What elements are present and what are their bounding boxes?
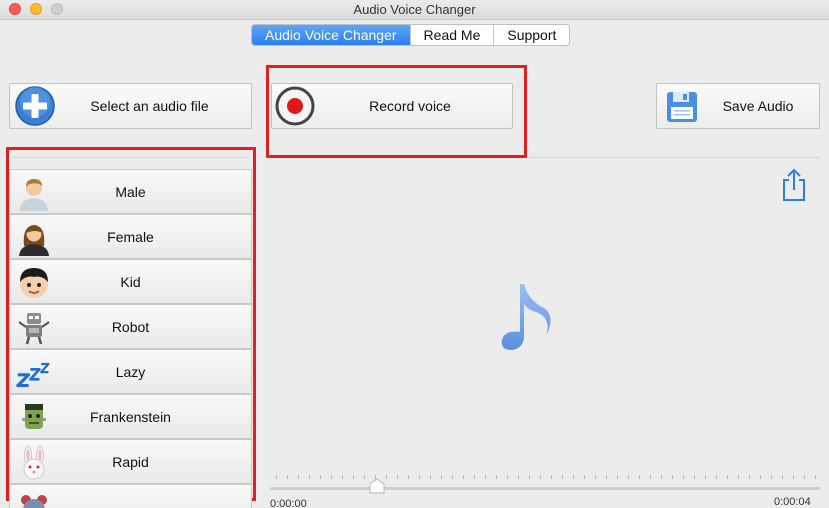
voice-label: Male	[115, 183, 146, 200]
voice-item-rapid[interactable]: Rapid	[9, 439, 252, 484]
floppy-disk-icon	[667, 92, 697, 122]
voice-item-lazy[interactable]: Lazy	[9, 349, 252, 394]
list-top-divider	[12, 157, 250, 158]
save-audio-button[interactable]: Save Audio	[656, 83, 820, 129]
content-top-divider	[527, 157, 820, 158]
title-bar: Audio Voice Changer	[0, 0, 829, 20]
tab-audio-voice-changer[interactable]: Audio Voice Changer	[252, 25, 410, 45]
voice-item-frankenstein[interactable]: Frankenstein	[9, 394, 252, 439]
voice-label: Frankenstein	[90, 408, 171, 425]
voice-label: Kid	[120, 273, 141, 290]
select-audio-file-button[interactable]: Select an audio file	[9, 83, 252, 129]
voice-item-male[interactable]: Male	[9, 169, 252, 214]
playback-slider-track[interactable]	[270, 487, 820, 490]
voice-item-female[interactable]: Female	[9, 214, 252, 259]
music-note-icon	[501, 284, 551, 350]
share-icon[interactable]	[781, 168, 807, 202]
tab-read-me[interactable]: Read Me	[409, 25, 494, 45]
current-time: 0:00:00	[270, 498, 307, 508]
add-plus-icon	[15, 86, 55, 126]
voice-label: Lazy	[115, 363, 146, 380]
window-title: Audio Voice Changer	[353, 2, 476, 17]
voice-label: Female	[107, 228, 154, 245]
voice-label: Robot	[111, 318, 150, 335]
tab-bar: Audio Voice Changer Read Me Support	[251, 24, 571, 46]
record-highlight-box	[266, 65, 527, 158]
playback-slider-knob[interactable]	[368, 478, 386, 494]
tab-support[interactable]: Support	[493, 25, 569, 45]
slider-ticks	[276, 475, 816, 481]
voice-item-kid[interactable]: Kid	[9, 259, 252, 304]
total-time: 0:00:04	[774, 496, 811, 508]
partial-voice-icon	[21, 495, 47, 508]
voice-item-robot[interactable]: Robot	[9, 304, 252, 349]
voice-list: Male Female Kid Robot Lazy Frankenstein …	[9, 166, 252, 508]
voice-label: Rapid	[112, 453, 149, 470]
voice-item-partial[interactable]	[9, 484, 252, 508]
